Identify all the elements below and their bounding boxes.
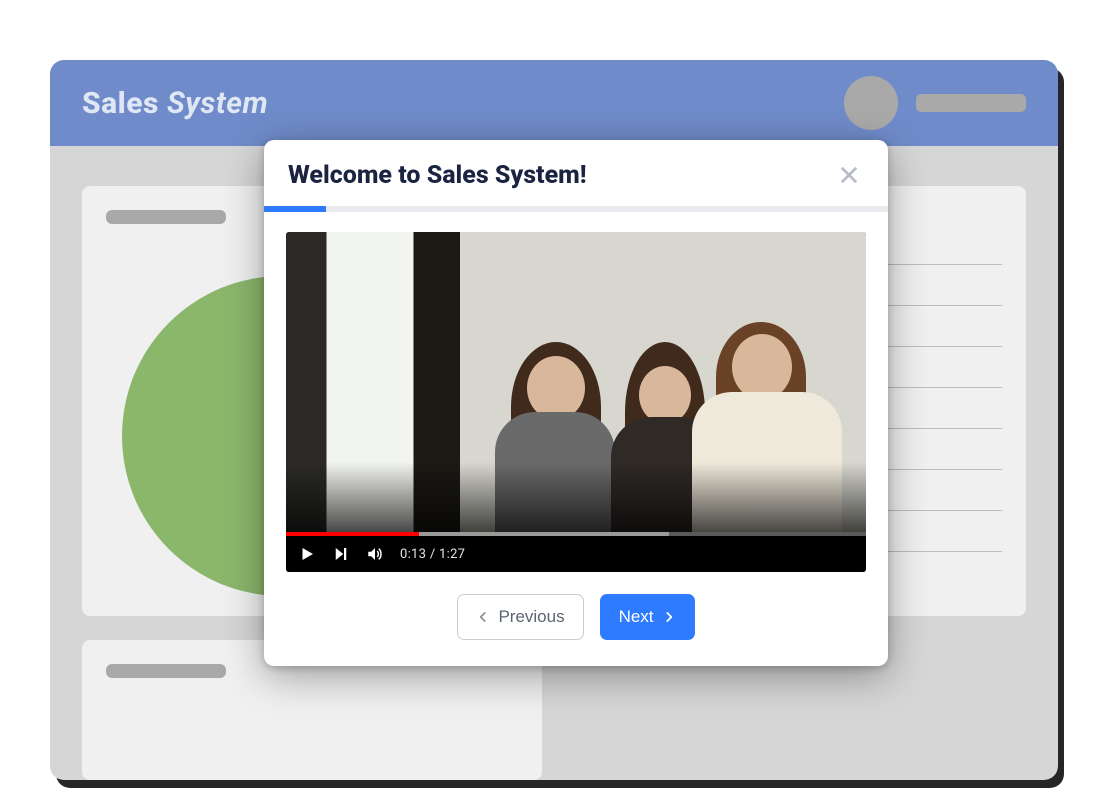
modal-title: Welcome to Sales System! <box>288 161 587 190</box>
next-button[interactable]: Next <box>600 594 695 640</box>
video-frame <box>286 232 866 532</box>
next-label: Next <box>619 607 654 627</box>
intro-video[interactable]: 0:13 / 1:27 <box>286 232 866 572</box>
onboarding-progress-fill <box>264 206 326 212</box>
video-person <box>495 332 615 532</box>
time-separator: / <box>430 547 439 562</box>
volume-button[interactable] <box>366 545 384 563</box>
onboarding-progress <box>264 206 888 212</box>
skip-next-icon <box>332 545 350 563</box>
modal-header: Welcome to Sales System! <box>264 140 888 206</box>
video-container: 0:13 / 1:27 <box>264 212 888 572</box>
play-button[interactable] <box>298 545 316 563</box>
volume-icon <box>366 545 384 563</box>
next-track-button[interactable] <box>332 545 350 563</box>
modal-footer: Previous Next <box>264 572 888 666</box>
close-button[interactable] <box>834 160 864 190</box>
close-icon <box>838 164 860 186</box>
video-controls: 0:13 / 1:27 <box>286 532 866 572</box>
welcome-modal: Welcome to Sales System! <box>264 140 888 666</box>
previous-button[interactable]: Previous <box>457 594 583 640</box>
video-time: 0:13 / 1:27 <box>400 547 465 562</box>
previous-label: Previous <box>498 607 564 627</box>
video-current-time: 0:13 <box>400 547 426 562</box>
play-icon <box>298 545 316 563</box>
video-duration: 1:27 <box>439 547 465 562</box>
video-person <box>692 302 842 532</box>
chevron-left-icon <box>476 610 490 624</box>
chevron-right-icon <box>662 610 676 624</box>
